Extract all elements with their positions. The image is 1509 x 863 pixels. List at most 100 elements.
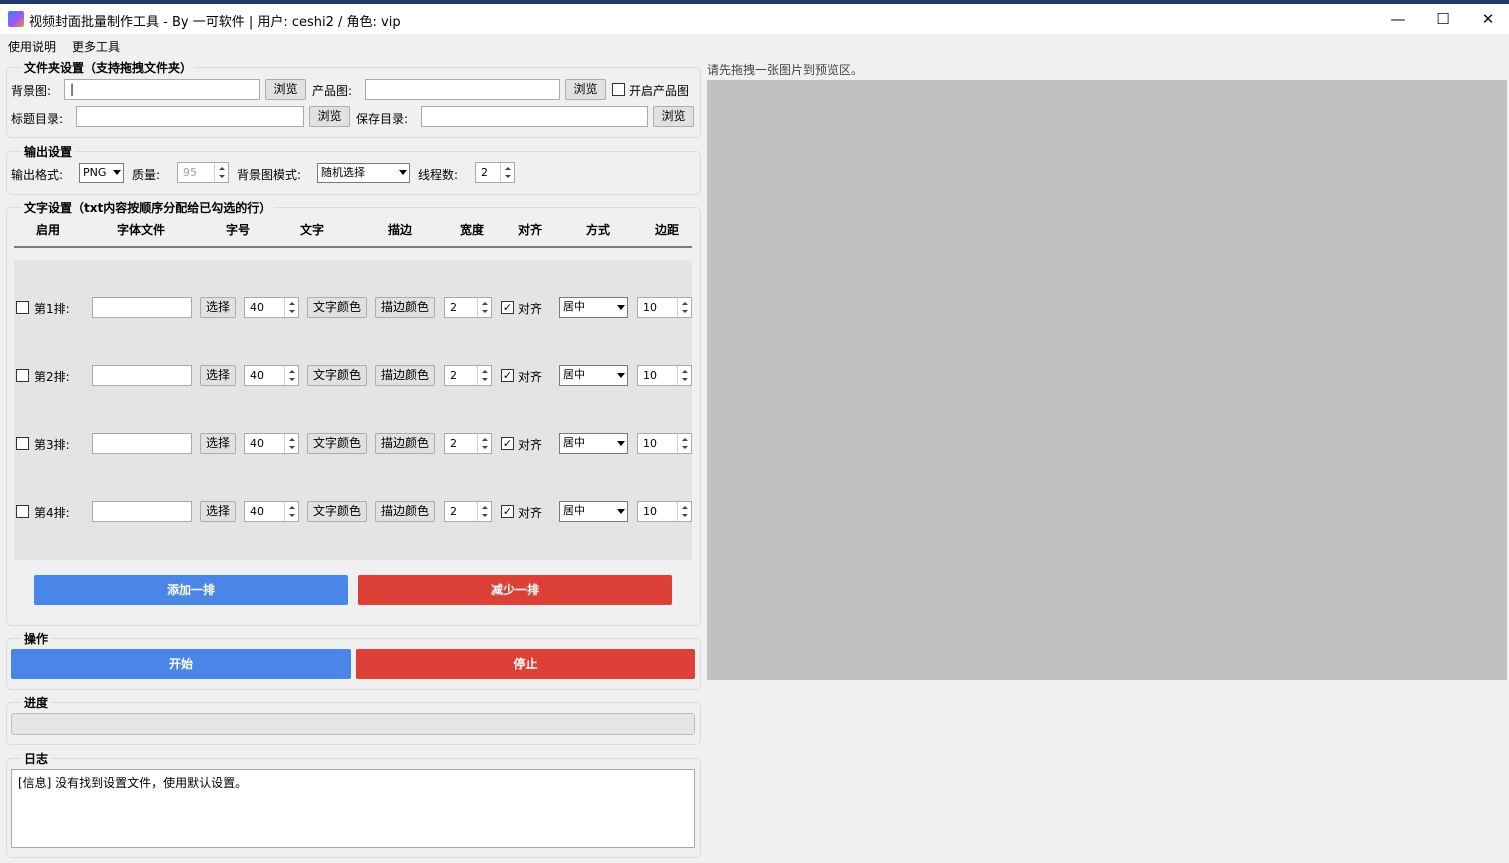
threads-spin-buttons[interactable]: [500, 163, 514, 182]
row-font-select-button[interactable]: 选择: [200, 501, 236, 522]
row-align-label: 对齐: [518, 370, 543, 384]
row-margin-stepper[interactable]: 10: [637, 365, 692, 386]
row-margin-stepper[interactable]: 10: [637, 297, 692, 318]
row-mode-select[interactable]: 居中: [559, 365, 628, 386]
title-dir-label: 标题目录:: [11, 112, 64, 126]
row-width-spin-buttons[interactable]: [477, 434, 491, 453]
row-align-checkbox[interactable]: ✓: [501, 301, 514, 314]
menu-usage[interactable]: 使用说明: [8, 38, 56, 55]
row-size-spin-buttons[interactable]: [284, 434, 298, 453]
row-margin-stepper[interactable]: 10: [637, 501, 692, 522]
arrow-up-icon: [505, 167, 511, 170]
arrow-down-icon: [289, 378, 295, 381]
row-stroke-color-button[interactable]: 描边颜色: [375, 501, 435, 522]
row-font-file-input[interactable]: [92, 365, 192, 386]
bg-mode-value: 随机选择: [321, 166, 365, 179]
arrow-down-icon: [682, 446, 688, 449]
row-font-size-stepper[interactable]: 40: [244, 365, 299, 386]
arrow-up-icon: [482, 302, 488, 305]
row-stroke-color-button[interactable]: 描边颜色: [375, 297, 435, 318]
row-stroke-width-stepper[interactable]: 2: [444, 433, 492, 454]
row-width-spin-buttons[interactable]: [477, 502, 491, 521]
save-dir-input[interactable]: [421, 106, 648, 127]
row-font-file-input[interactable]: [92, 297, 192, 318]
arrow-down-icon: [219, 175, 225, 178]
row-stroke-width-stepper[interactable]: 2: [444, 501, 492, 522]
quality-spin-buttons[interactable]: [214, 163, 228, 182]
format-select[interactable]: PNG: [79, 163, 124, 183]
row-font-size-stepper[interactable]: 40: [244, 297, 299, 318]
row-font-size-stepper[interactable]: 40: [244, 433, 299, 454]
row-margin-spin-buttons[interactable]: [677, 502, 691, 521]
threads-label: 线程数:: [418, 168, 459, 182]
row-font-file-input[interactable]: [92, 433, 192, 454]
preview-area[interactable]: [707, 80, 1507, 680]
header-width: 宽度: [459, 223, 485, 237]
row-margin-spin-buttons[interactable]: [677, 434, 691, 453]
arrow-up-icon: [682, 506, 688, 509]
row-text-color-button[interactable]: 文字颜色: [307, 433, 367, 454]
row-enable-checkbox[interactable]: [16, 505, 29, 518]
row-font-select-button[interactable]: 选择: [200, 365, 236, 386]
chevron-down-icon: [617, 373, 625, 378]
row-size-spin-buttons[interactable]: [284, 298, 298, 317]
row-stroke-width-value: 2: [450, 437, 457, 450]
row-font-size-stepper[interactable]: 40: [244, 501, 299, 522]
row-stroke-width-stepper[interactable]: 2: [444, 365, 492, 386]
menu-more-tools[interactable]: 更多工具: [72, 38, 120, 55]
row-enable-checkbox[interactable]: [16, 369, 29, 382]
arrow-up-icon: [289, 302, 295, 305]
stop-button[interactable]: 停止: [356, 649, 695, 679]
row-width-spin-buttons[interactable]: [477, 366, 491, 385]
row-text-color-button[interactable]: 文字颜色: [307, 297, 367, 318]
row-align-checkbox[interactable]: ✓: [501, 437, 514, 450]
row-margin-spin-buttons[interactable]: [677, 298, 691, 317]
row-label: 第2排:: [34, 370, 70, 384]
bg-mode-select[interactable]: 随机选择: [317, 163, 410, 183]
close-button[interactable]: ✕: [1465, 4, 1509, 34]
log-textbox[interactable]: [信息] 没有找到设置文件，使用默认设置。: [11, 769, 695, 848]
maximize-button[interactable]: ☐: [1420, 4, 1466, 34]
product-image-input[interactable]: [365, 79, 560, 100]
row-margin-value: 10: [643, 369, 657, 382]
product-browse-button[interactable]: 浏览: [565, 79, 606, 100]
row-size-spin-buttons[interactable]: [284, 366, 298, 385]
row-margin-stepper[interactable]: 10: [637, 433, 692, 454]
add-row-button[interactable]: 添加一排: [34, 575, 348, 605]
bg-browse-button[interactable]: 浏览: [265, 79, 306, 100]
row-margin-spin-buttons[interactable]: [677, 366, 691, 385]
row-font-select-button[interactable]: 选择: [200, 433, 236, 454]
quality-stepper[interactable]: 95: [177, 162, 229, 183]
arrow-up-icon: [482, 506, 488, 509]
row-width-spin-buttons[interactable]: [477, 298, 491, 317]
title-dir-input[interactable]: [76, 106, 304, 127]
threads-stepper[interactable]: 2: [475, 162, 515, 183]
minimize-button[interactable]: —: [1375, 4, 1421, 34]
row-align-checkbox[interactable]: ✓: [501, 505, 514, 518]
row-font-size-value: 40: [250, 369, 264, 382]
row-stroke-color-button[interactable]: 描边颜色: [375, 365, 435, 386]
row-text-color-button[interactable]: 文字颜色: [307, 501, 367, 522]
enable-product-checkbox[interactable]: [612, 83, 625, 96]
header-divider: [14, 246, 692, 248]
row-mode-select[interactable]: 居中: [559, 501, 628, 522]
row-text-color-button[interactable]: 文字颜色: [307, 365, 367, 386]
start-button[interactable]: 开始: [11, 649, 351, 679]
header-font-file: 字体文件: [116, 223, 166, 237]
row-align-checkbox[interactable]: ✓: [501, 369, 514, 382]
row-enable-checkbox[interactable]: [16, 437, 29, 450]
row-stroke-width-stepper[interactable]: 2: [444, 297, 492, 318]
title-dir-browse-button[interactable]: 浏览: [309, 106, 350, 127]
remove-row-button[interactable]: 减少一排: [358, 575, 672, 605]
row-size-spin-buttons[interactable]: [284, 502, 298, 521]
row-font-file-input[interactable]: [92, 501, 192, 522]
row-mode-select[interactable]: 居中: [559, 433, 628, 454]
row-enable-checkbox[interactable]: [16, 301, 29, 314]
row-font-size-value: 40: [250, 301, 264, 314]
row-mode-select[interactable]: 居中: [559, 297, 628, 318]
row-font-select-button[interactable]: 选择: [200, 297, 236, 318]
row-stroke-color-button[interactable]: 描边颜色: [375, 433, 435, 454]
save-dir-browse-button[interactable]: 浏览: [653, 106, 694, 127]
row-margin-value: 10: [643, 505, 657, 518]
bg-image-input[interactable]: |: [64, 79, 260, 100]
